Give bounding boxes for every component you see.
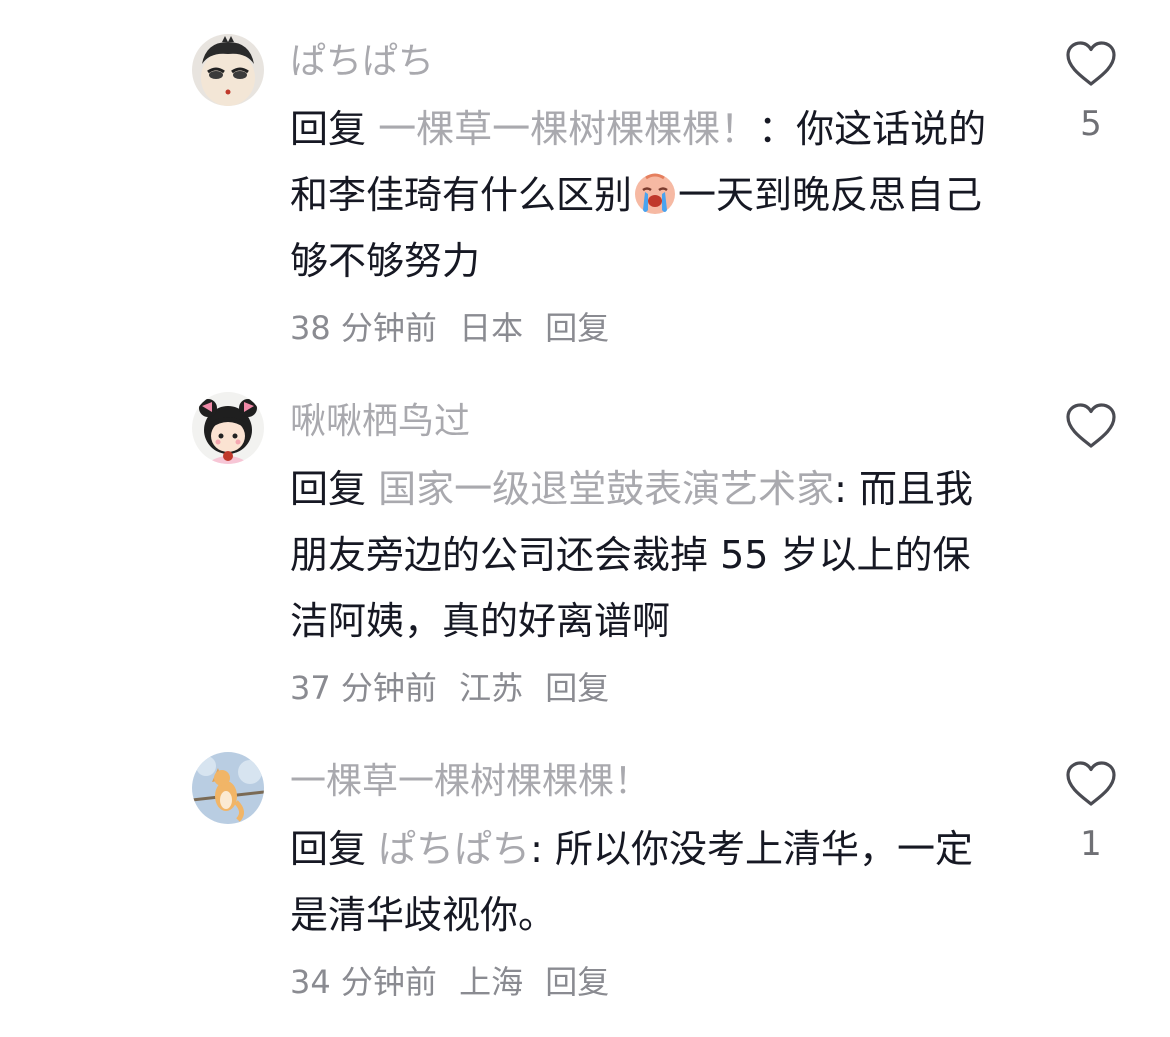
comment-time: 34 分钟前 — [290, 963, 437, 1001]
comment-time: 37 分钟前 — [290, 669, 437, 707]
comment-meta: 37 分钟前 江苏 回复 — [290, 668, 609, 708]
comment-username[interactable]: ぱちぱち — [290, 40, 434, 84]
avatar[interactable] — [192, 34, 264, 106]
heart-outline-icon — [1066, 761, 1116, 806]
like-count: 5 — [1080, 104, 1102, 144]
comment-location: 上海 — [459, 963, 524, 1001]
avatar-illustration — [192, 34, 264, 106]
heart-outline-icon — [1066, 403, 1116, 448]
comment-text: 回复 国家一级退堂鼓表演艺术家: 而且我朋友旁边的公司还会裁掉 55 岁以上的保… — [290, 456, 1000, 654]
reply-target-username[interactable]: 一棵草一棵树棵棵棵！ — [378, 107, 758, 151]
like-count: 1 — [1080, 824, 1102, 864]
comment-meta: 38 分钟前 日本 回复 — [290, 308, 609, 348]
comment-username[interactable]: 啾啾栖鸟过 — [290, 400, 470, 444]
like-button[interactable]: 5 — [1060, 40, 1122, 144]
like-button[interactable]: 1 — [1060, 760, 1122, 864]
reply-target-username[interactable]: ぱちぱち — [378, 827, 530, 871]
reply-button[interactable]: 回复 — [545, 669, 609, 707]
avatar-illustration — [192, 752, 264, 824]
reply-button[interactable]: 回复 — [545, 309, 609, 347]
comment-text: 回复 ぱちぱち: 所以你没考上清华，一定是清华歧视你。 — [290, 816, 1000, 948]
reply-label: 回复 — [290, 827, 367, 871]
reply-label: 回复 — [290, 107, 367, 151]
like-button[interactable] — [1060, 402, 1122, 450]
comment-location: 日本 — [459, 309, 524, 347]
comment-time: 38 分钟前 — [290, 309, 437, 347]
comment-meta: 34 分钟前 上海 回复 — [290, 962, 609, 1002]
avatar-illustration — [192, 392, 264, 464]
comment-location: 江苏 — [459, 669, 524, 707]
avatar[interactable] — [192, 752, 264, 824]
reply-label: 回复 — [290, 467, 367, 511]
comment-text: 回复 一棵草一棵树棵棵棵！：你这话说的和李佳琦有什么区别 一天到晚反思自己够不够努… — [290, 96, 1000, 294]
avatar[interactable] — [192, 392, 264, 464]
crying-face-emoji — [632, 170, 678, 216]
reply-button[interactable]: 回复 — [545, 963, 609, 1001]
heart-outline-icon — [1066, 41, 1116, 86]
reply-target-username[interactable]: 国家一级退堂鼓表演艺术家 — [378, 467, 834, 511]
comment-username[interactable]: 一棵草一棵树棵棵棵！ — [290, 760, 650, 804]
